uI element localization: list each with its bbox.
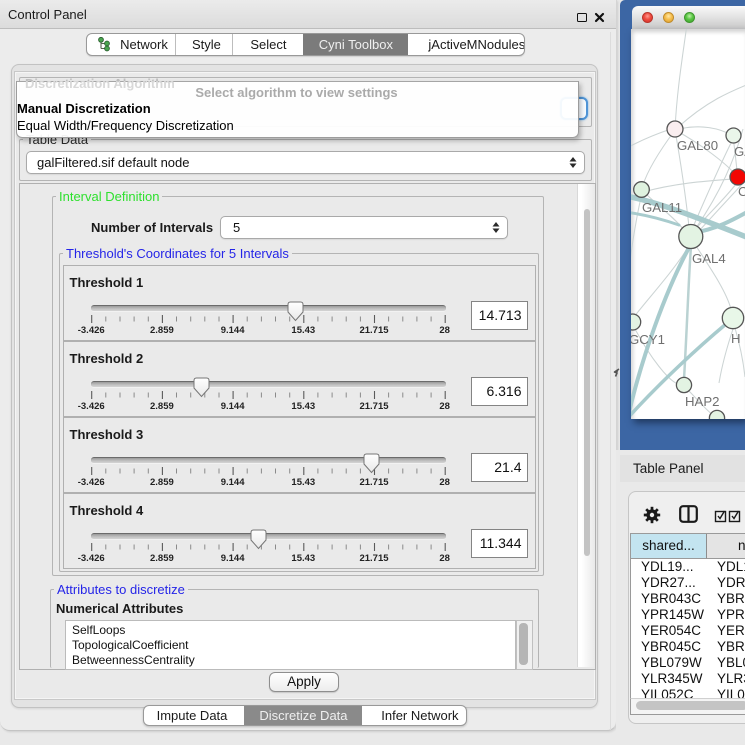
svg-text:GAL4: GAL4 xyxy=(692,251,726,266)
svg-text:GCY1: GCY1 xyxy=(631,332,665,347)
svg-text:GA: GA xyxy=(734,144,745,159)
svg-text:HAP2: HAP2 xyxy=(685,394,719,409)
svg-text:GAL11: GAL11 xyxy=(642,200,682,215)
svg-text:GAL80: GAL80 xyxy=(677,138,718,153)
svg-text:H: H xyxy=(731,331,741,346)
svg-text:C: C xyxy=(738,184,745,199)
